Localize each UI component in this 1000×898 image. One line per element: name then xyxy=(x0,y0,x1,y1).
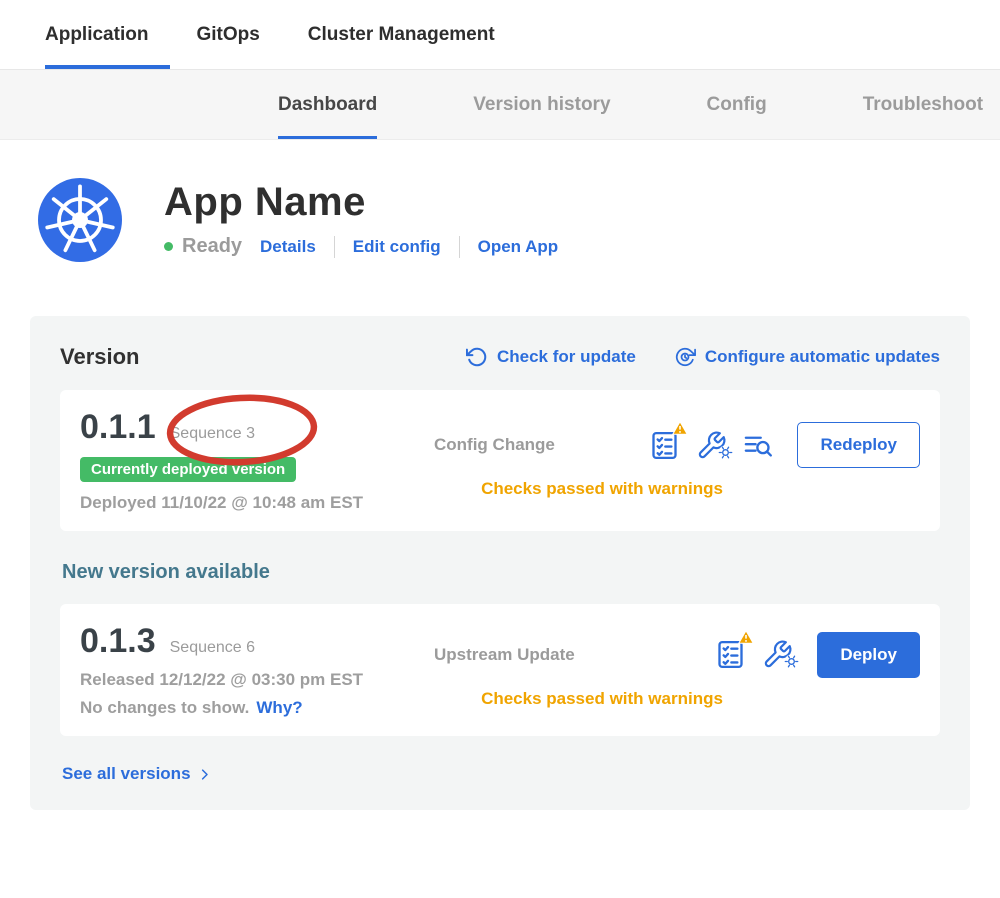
current-version-info: 0.1.1 Sequence 3 Currently deployed vers… xyxy=(80,408,428,513)
preflight-checklist-icon[interactable] xyxy=(714,638,747,671)
gear-icon xyxy=(718,445,733,465)
app-meta-row: Ready Details Edit config Open App xyxy=(164,235,558,258)
preflight-checklist-icon[interactable] xyxy=(648,429,681,462)
upstream-source-label: Upstream Update xyxy=(434,645,714,665)
kubernetes-logo-icon xyxy=(38,178,122,262)
new-sequence-label: Sequence 6 xyxy=(170,639,255,657)
current-version-number: 0.1.1 xyxy=(80,408,156,447)
auto-update-clock-icon xyxy=(674,346,696,368)
sub-nav-item-troubleshoot[interactable]: Troubleshoot xyxy=(863,70,983,139)
top-nav-item-cluster-management[interactable]: Cluster Management xyxy=(308,0,495,69)
app-header-text: App Name Ready Details Edit config Open … xyxy=(164,178,558,262)
redeploy-button[interactable]: Redeploy xyxy=(797,422,920,468)
warning-triangle-icon xyxy=(672,421,688,440)
sub-nav-item-version-history[interactable]: Version history xyxy=(473,70,610,139)
current-version-icons xyxy=(648,429,773,462)
chevron-right-icon xyxy=(197,767,212,782)
refresh-icon xyxy=(466,346,488,368)
warning-triangle-icon xyxy=(738,630,754,649)
page-title: App Name xyxy=(164,180,558,225)
new-version-info: 0.1.3 Sequence 6 Released 12/12/22 @ 03:… xyxy=(80,622,428,718)
current-version-card: 0.1.1 Sequence 3 Currently deployed vers… xyxy=(60,390,940,531)
deploy-button[interactable]: Deploy xyxy=(817,632,920,678)
version-heading: Version xyxy=(60,344,466,370)
new-version-icons xyxy=(714,638,793,671)
top-nav-item-application[interactable]: Application xyxy=(45,0,148,69)
currently-deployed-badge: Currently deployed version xyxy=(80,457,296,482)
new-version-card: 0.1.3 Sequence 6 Released 12/12/22 @ 03:… xyxy=(60,604,940,736)
configure-automatic-updates-link[interactable]: Configure automatic updates xyxy=(674,346,940,368)
deployed-timestamp: Deployed 11/10/22 @ 10:48 am EST xyxy=(80,493,363,513)
new-version-actions: Upstream Update xyxy=(428,622,920,718)
edit-config-link[interactable]: Edit config xyxy=(353,237,441,257)
wrench-gear-icon[interactable] xyxy=(696,430,727,461)
view-files-search-icon[interactable] xyxy=(742,430,773,461)
new-version-row: 0.1.3 Sequence 6 xyxy=(80,622,255,661)
released-timestamp: Released 12/12/22 @ 03:30 pm EST xyxy=(80,670,363,690)
open-app-link[interactable]: Open App xyxy=(478,237,559,257)
no-changes-text: No changes to show. xyxy=(80,698,249,718)
current-version-actions: Config Change xyxy=(428,408,920,513)
no-changes-row: No changes to show. Why? xyxy=(80,698,303,718)
change-source-label: Config Change xyxy=(434,435,648,455)
checks-status: Checks passed with warnings xyxy=(434,689,770,709)
sub-nav: Dashboard Version history Config Trouble… xyxy=(0,70,1000,140)
divider xyxy=(334,236,335,258)
new-version-number: 0.1.3 xyxy=(80,622,156,661)
check-for-update-label: Check for update xyxy=(497,347,636,367)
current-version-actions-row: Config Change xyxy=(434,422,920,468)
checks-status: Checks passed with warnings xyxy=(434,479,770,499)
top-nav: Application GitOps Cluster Management xyxy=(0,0,1000,70)
wrench-gear-icon[interactable] xyxy=(762,639,793,670)
status-dot-icon xyxy=(164,242,173,251)
why-link[interactable]: Why? xyxy=(256,698,302,718)
details-link[interactable]: Details xyxy=(260,237,316,257)
status-badge: Ready xyxy=(164,235,242,258)
new-version-actions-row: Upstream Update xyxy=(434,632,920,678)
current-version-row: 0.1.1 Sequence 3 xyxy=(80,408,255,447)
sub-nav-item-config[interactable]: Config xyxy=(707,70,767,139)
current-sequence-label: Sequence 3 xyxy=(170,425,255,443)
see-all-versions-link[interactable]: See all versions xyxy=(62,764,212,784)
configure-automatic-updates-label: Configure automatic updates xyxy=(705,347,940,367)
sub-nav-item-dashboard[interactable]: Dashboard xyxy=(278,70,377,139)
see-all-versions-label: See all versions xyxy=(62,764,191,784)
gear-icon xyxy=(784,654,799,674)
app-header: App Name Ready Details Edit config Open … xyxy=(38,178,1000,262)
version-actions: Check for update Configure automatic upd… xyxy=(466,346,940,368)
version-section: Version Check for update xyxy=(30,316,970,810)
top-nav-item-gitops[interactable]: GitOps xyxy=(196,0,259,69)
version-section-header: Version Check for update xyxy=(60,344,940,370)
divider xyxy=(459,236,460,258)
check-for-update-link[interactable]: Check for update xyxy=(466,346,636,368)
status-label: Ready xyxy=(182,235,242,258)
new-version-heading: New version available xyxy=(62,561,940,584)
